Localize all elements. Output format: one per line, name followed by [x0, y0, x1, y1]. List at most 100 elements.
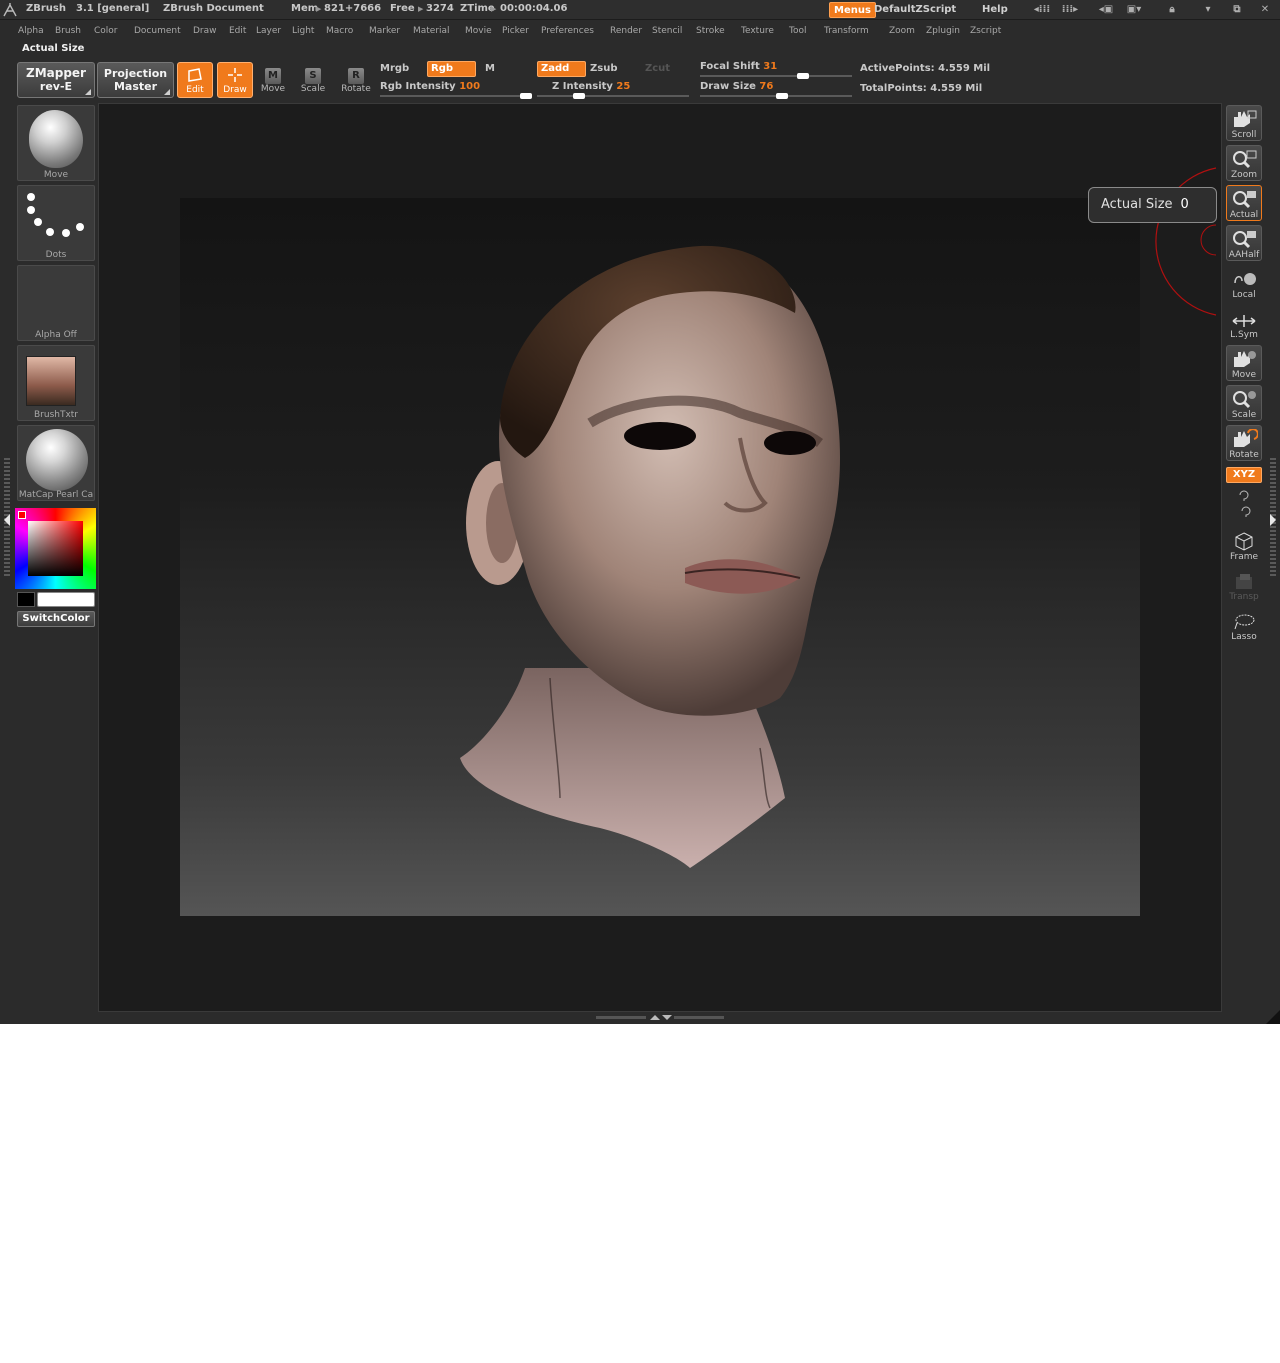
slider-knob[interactable] — [776, 93, 788, 99]
help-button[interactable]: Help — [978, 2, 1012, 18]
slider-knob[interactable] — [520, 93, 532, 99]
bottom-tray-handle[interactable] — [596, 1014, 724, 1021]
rgb-intensity-slider[interactable] — [380, 93, 532, 99]
projection-label: Projection — [103, 67, 168, 80]
main-color-swatch[interactable] — [37, 592, 95, 607]
resize-grip-icon[interactable] — [1266, 1010, 1280, 1024]
move-mode-button[interactable]: M Move — [255, 62, 291, 98]
magnifier-icon — [1227, 146, 1261, 170]
default-zscript-button[interactable]: DefaultZScript — [870, 2, 960, 18]
rotation-axis-icon[interactable] — [1236, 487, 1252, 521]
menu-zscript[interactable]: Zscript — [970, 26, 1001, 36]
menu-render[interactable]: Render — [610, 26, 642, 36]
color-saturation-square[interactable] — [28, 521, 83, 576]
menu-macro[interactable]: Macro — [326, 26, 353, 36]
minimize-icon[interactable]: ▾ — [1196, 3, 1220, 17]
zbrush-logo-icon — [3, 3, 17, 17]
projection-master-button[interactable]: Projection Master — [97, 62, 174, 98]
tray-right-icon[interactable]: ⁞⁞⁞▸ — [1058, 3, 1082, 17]
lasso-button[interactable]: Lasso — [1226, 607, 1262, 643]
menu-light[interactable]: Light — [292, 26, 314, 36]
rgb-button[interactable]: Rgb — [427, 61, 476, 77]
menu-zplugin[interactable]: Zplugin — [926, 26, 960, 36]
menu-picker[interactable]: Picker — [502, 26, 529, 36]
local-button[interactable]: Local — [1226, 265, 1262, 301]
aahalf-button[interactable]: AAHalf — [1226, 225, 1262, 261]
scale-view-button[interactable]: Scale — [1226, 385, 1262, 421]
actual-size-icon — [1227, 186, 1261, 210]
draw-mode-button[interactable]: Draw — [217, 62, 253, 98]
zoom-button[interactable]: Zoom — [1226, 145, 1262, 181]
scroll-button[interactable]: Scroll — [1226, 105, 1262, 141]
scale-mode-button[interactable]: S Scale — [295, 62, 331, 98]
menus-button[interactable]: Menus — [829, 2, 876, 18]
lock-icon[interactable]: 🔒︎ — [1160, 3, 1184, 17]
tray-expand-left-icon[interactable] — [4, 514, 10, 526]
rotate-mode-button[interactable]: R Rotate — [337, 62, 375, 98]
zadd-button[interactable]: Zadd — [537, 61, 586, 77]
z-intensity-slider[interactable] — [537, 93, 689, 99]
aahalf-label: AAHalf — [1228, 250, 1260, 260]
frame-button[interactable]: Frame — [1226, 527, 1262, 563]
xyz-rotation-button[interactable]: XYZ — [1226, 467, 1262, 483]
menu-alpha[interactable]: Alpha — [18, 26, 44, 36]
slider-knob[interactable] — [797, 73, 809, 79]
menu-preferences[interactable]: Preferences — [541, 26, 594, 36]
total-points-readout: TotalPoints: 4.559 Mil — [860, 83, 983, 94]
rotate-icon: R — [337, 62, 375, 84]
menu-edit[interactable]: Edit — [229, 26, 246, 36]
focal-shift-slider-label: Focal Shift 31 — [700, 61, 778, 72]
zsub-button[interactable]: Zsub — [590, 63, 617, 74]
menu-movie[interactable]: Movie — [465, 26, 492, 36]
brush-selector[interactable]: Move — [17, 105, 95, 181]
move-view-button[interactable]: Move — [1226, 345, 1262, 381]
alpha-selector[interactable]: Alpha Off — [17, 265, 95, 341]
menu-zoom[interactable]: Zoom — [889, 26, 915, 36]
stroke-selector[interactable]: Dots — [17, 185, 95, 261]
m-button[interactable]: M — [485, 63, 495, 74]
layout-cycle-icon[interactable]: ◂▣ — [1094, 3, 1118, 17]
scale-icon: S — [295, 62, 331, 84]
tray-expand-right-icon[interactable] — [1270, 514, 1276, 526]
sculpted-head-model[interactable] — [180, 198, 1140, 916]
document-canvas[interactable] — [180, 198, 1140, 916]
menu-color[interactable]: Color — [94, 26, 118, 36]
tray-left-icon[interactable]: ◂⁞⁞⁞ — [1030, 3, 1054, 17]
menu-marker[interactable]: Marker — [369, 26, 400, 36]
color-picker[interactable] — [15, 508, 96, 589]
arrow-right-icon: ▶ — [491, 5, 497, 13]
menu-stroke[interactable]: Stroke — [696, 26, 725, 36]
actual-size-button[interactable]: Actual — [1226, 185, 1262, 221]
app-name: ZBrush — [26, 3, 66, 14]
mrgb-button[interactable]: Mrgb — [380, 63, 409, 74]
rotate-view-button[interactable]: Rotate — [1226, 425, 1262, 461]
transp-button[interactable]: Transp — [1226, 567, 1262, 603]
menu-layer[interactable]: Layer — [256, 26, 281, 36]
menu-draw[interactable]: Draw — [193, 26, 217, 36]
secondary-color-swatch[interactable] — [17, 592, 35, 607]
menu-texture[interactable]: Texture — [741, 26, 774, 36]
edit-mode-button[interactable]: Edit — [177, 62, 213, 98]
close-icon[interactable]: ✕ — [1253, 3, 1277, 17]
menu-stencil[interactable]: Stencil — [652, 26, 682, 36]
lsym-button[interactable]: L.Sym — [1226, 305, 1262, 341]
switch-color-button[interactable]: SwitchColor — [17, 611, 95, 627]
edit-icon — [178, 63, 212, 85]
menu-brush[interactable]: Brush — [55, 26, 81, 36]
slider-knob[interactable] — [573, 93, 585, 99]
zcut-button[interactable]: Zcut — [645, 63, 670, 74]
menu-material[interactable]: Material — [413, 26, 450, 36]
zmapper-button[interactable]: ZMapper rev-E — [17, 62, 95, 98]
menu-tool[interactable]: Tool — [789, 26, 806, 36]
cube-icon — [1227, 528, 1261, 552]
texture-selector[interactable]: BrushTxtr — [17, 345, 95, 421]
dot-icon — [27, 193, 35, 201]
material-selector[interactable]: MatCap Pearl Ca — [17, 425, 95, 501]
draw-size-slider[interactable] — [700, 93, 852, 99]
restore-icon[interactable]: ⧉ — [1225, 3, 1249, 17]
layout-icon[interactable]: ▣▾ — [1122, 3, 1146, 17]
lasso-icon — [1227, 608, 1261, 632]
menu-document[interactable]: Document — [134, 26, 181, 36]
focal-shift-slider[interactable] — [700, 73, 852, 79]
menu-transform[interactable]: Transform — [824, 26, 869, 36]
